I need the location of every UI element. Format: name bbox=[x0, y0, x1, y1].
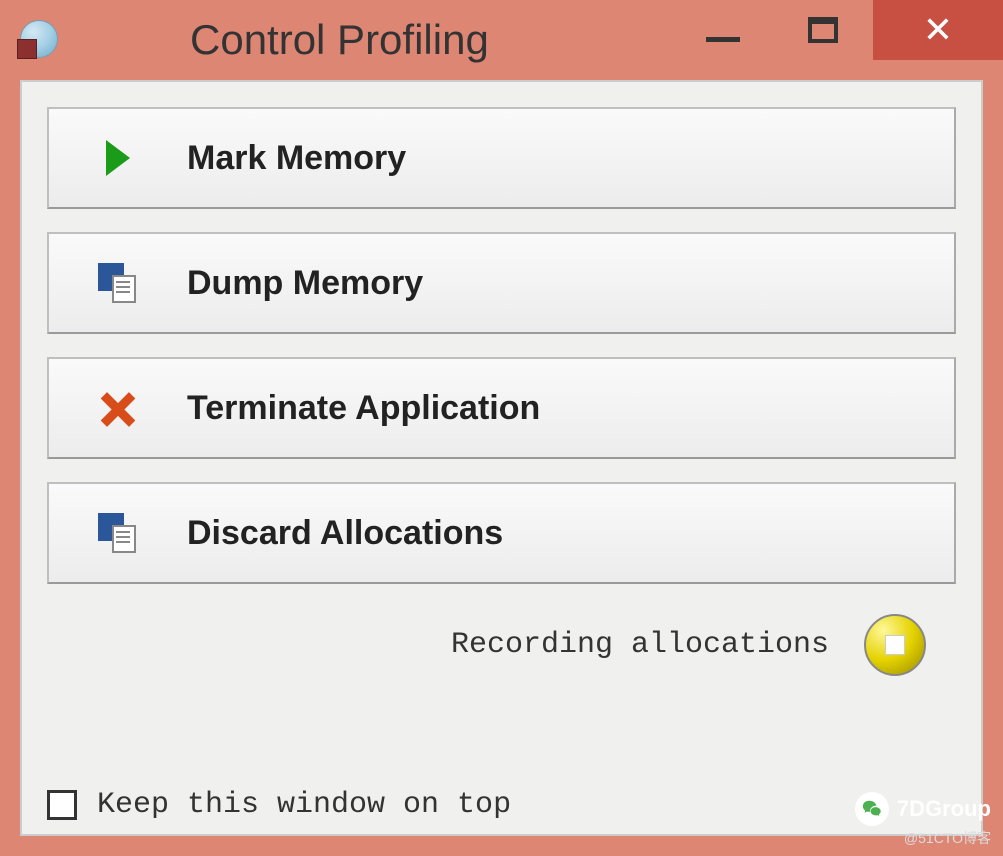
app-icon bbox=[20, 20, 60, 60]
content-area: Mark Memory Dump Memory Terminate Applic… bbox=[20, 80, 983, 836]
watermark-text: 7DGroup bbox=[897, 796, 991, 822]
watermark-main: 7DGroup bbox=[855, 792, 991, 826]
keep-on-top-checkbox[interactable] bbox=[47, 790, 77, 820]
action-label: Dump Memory bbox=[187, 264, 423, 303]
documents-icon bbox=[94, 513, 142, 553]
mark-memory-button[interactable]: Mark Memory bbox=[47, 107, 956, 209]
status-text: Recording allocations bbox=[451, 628, 829, 662]
dump-memory-button[interactable]: Dump Memory bbox=[47, 232, 956, 334]
documents-icon bbox=[94, 263, 142, 303]
close-button[interactable]: ✕ bbox=[873, 0, 1003, 60]
window-title: Control Profiling bbox=[190, 16, 489, 64]
titlebar[interactable]: Control Profiling ✕ bbox=[0, 0, 1003, 80]
wechat-icon bbox=[855, 792, 889, 826]
window: Control Profiling ✕ Mark Memory bbox=[0, 0, 1003, 856]
action-label: Mark Memory bbox=[187, 139, 406, 178]
recording-indicator-button[interactable] bbox=[864, 614, 926, 676]
maximize-icon bbox=[808, 17, 838, 43]
action-label: Terminate Application bbox=[187, 389, 540, 428]
window-controls: ✕ bbox=[673, 0, 1003, 60]
close-icon: ✕ bbox=[923, 12, 953, 48]
minimize-icon bbox=[706, 37, 740, 42]
watermark: 7DGroup @51CTO博客 bbox=[855, 792, 991, 848]
maximize-button[interactable] bbox=[773, 0, 873, 60]
action-label: Discard Allocations bbox=[187, 514, 503, 553]
watermark-sub: @51CTO博客 bbox=[855, 828, 991, 848]
checkbox-label: Keep this window on top bbox=[97, 788, 511, 822]
x-icon bbox=[94, 390, 142, 426]
stop-icon bbox=[885, 635, 905, 655]
footer: Keep this window on top bbox=[47, 788, 511, 822]
play-icon bbox=[94, 140, 142, 176]
status-row: Recording allocations bbox=[47, 614, 956, 676]
terminate-application-button[interactable]: Terminate Application bbox=[47, 357, 956, 459]
discard-allocations-button[interactable]: Discard Allocations bbox=[47, 482, 956, 584]
minimize-button[interactable] bbox=[673, 0, 773, 60]
